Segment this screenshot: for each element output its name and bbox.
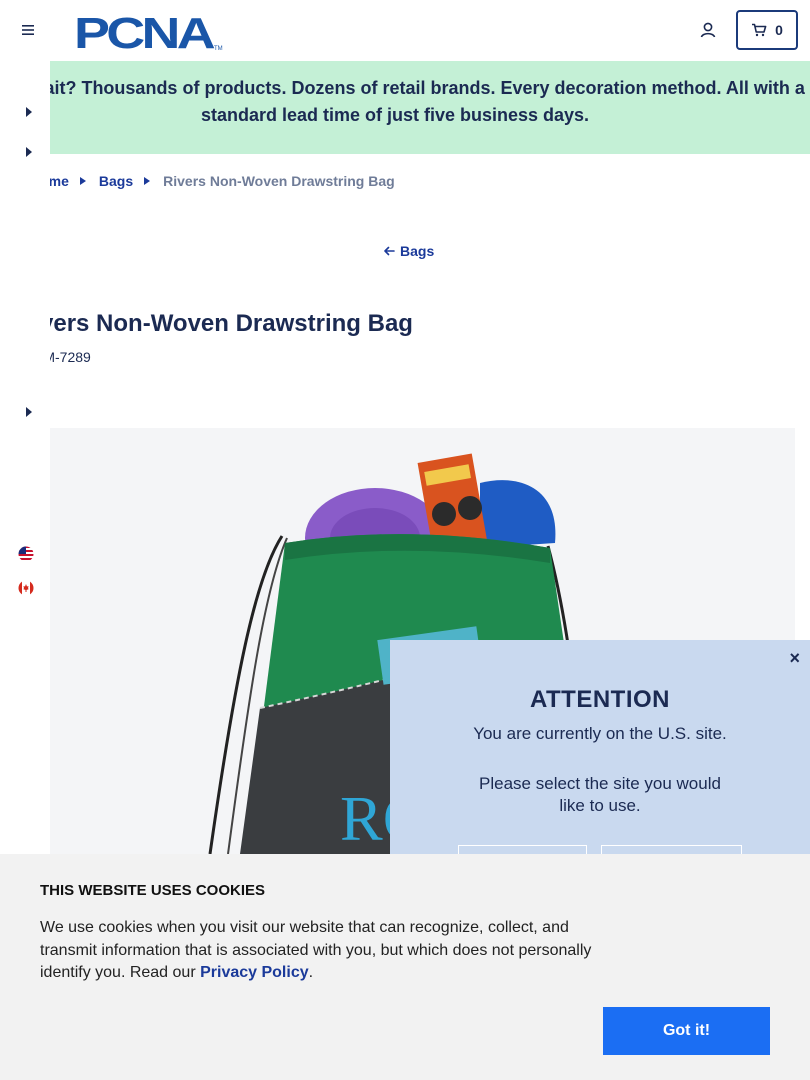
us-flag-icon[interactable] [18, 546, 34, 562]
breadcrumb-bags[interactable]: Bags [99, 173, 133, 189]
caret-right-icon[interactable] [24, 146, 34, 158]
cookie-consent-bar: THIS WEBSITE USES COOKIES We use cookies… [0, 854, 810, 1080]
pcna-logo[interactable]: PCNA TM [74, 10, 224, 52]
breadcrumb: Home Bags Rivers Non-Woven Drawstring Ba… [30, 170, 395, 192]
cookie-text: We use cookies when you visit our websit… [40, 917, 600, 985]
cookie-text-end: . [308, 964, 314, 981]
arrow-left-icon [384, 246, 395, 256]
cart-icon [752, 23, 767, 37]
site-header: PCNA TM 0 [0, 0, 810, 61]
close-icon[interactable]: × [789, 648, 800, 669]
cookie-title: THIS WEBSITE USES COOKIES [40, 882, 266, 899]
caret-right-icon[interactable] [24, 406, 34, 418]
site-selection-modal: × ATTENTION You are currently on the U.S… [390, 640, 810, 885]
caret-right-icon [144, 177, 151, 185]
logo-text: PCNA [74, 10, 215, 52]
logo-trademark: TM [214, 46, 223, 52]
modal-current-site-text: You are currently on the U.S. site. [473, 724, 727, 743]
got-it-button[interactable]: Got it! [603, 1007, 770, 1055]
breadcrumb-current: Rivers Non-Woven Drawstring Bag [163, 173, 395, 189]
user-icon[interactable] [698, 20, 718, 40]
blue-towel [480, 480, 556, 548]
modal-heading: ATTENTION [529, 686, 671, 713]
promo-banner: Why Wait? Thousands of products. Dozens … [0, 61, 810, 154]
caret-right-icon [79, 177, 86, 185]
back-to-bags-link[interactable]: Bags [383, 243, 434, 259]
hamburger-menu-icon[interactable] [18, 20, 38, 40]
cart-count: 0 [775, 22, 783, 38]
cart-button[interactable]: 0 [736, 10, 798, 50]
banner-text: Why Wait? Thousands of products. Dozens … [0, 78, 805, 125]
privacy-policy-link[interactable]: Privacy Policy [200, 964, 309, 981]
modal-select-site-text: Please select the site you would like to… [479, 774, 721, 815]
left-rail [0, 61, 50, 854]
caret-right-icon[interactable] [24, 106, 34, 118]
back-link-label: Bags [400, 243, 435, 259]
canada-flag-icon[interactable] [18, 580, 34, 596]
cookie-body-text: We use cookies when you visit our websit… [40, 919, 592, 981]
product-title: Rivers Non-Woven Drawstring Bag [16, 310, 413, 337]
